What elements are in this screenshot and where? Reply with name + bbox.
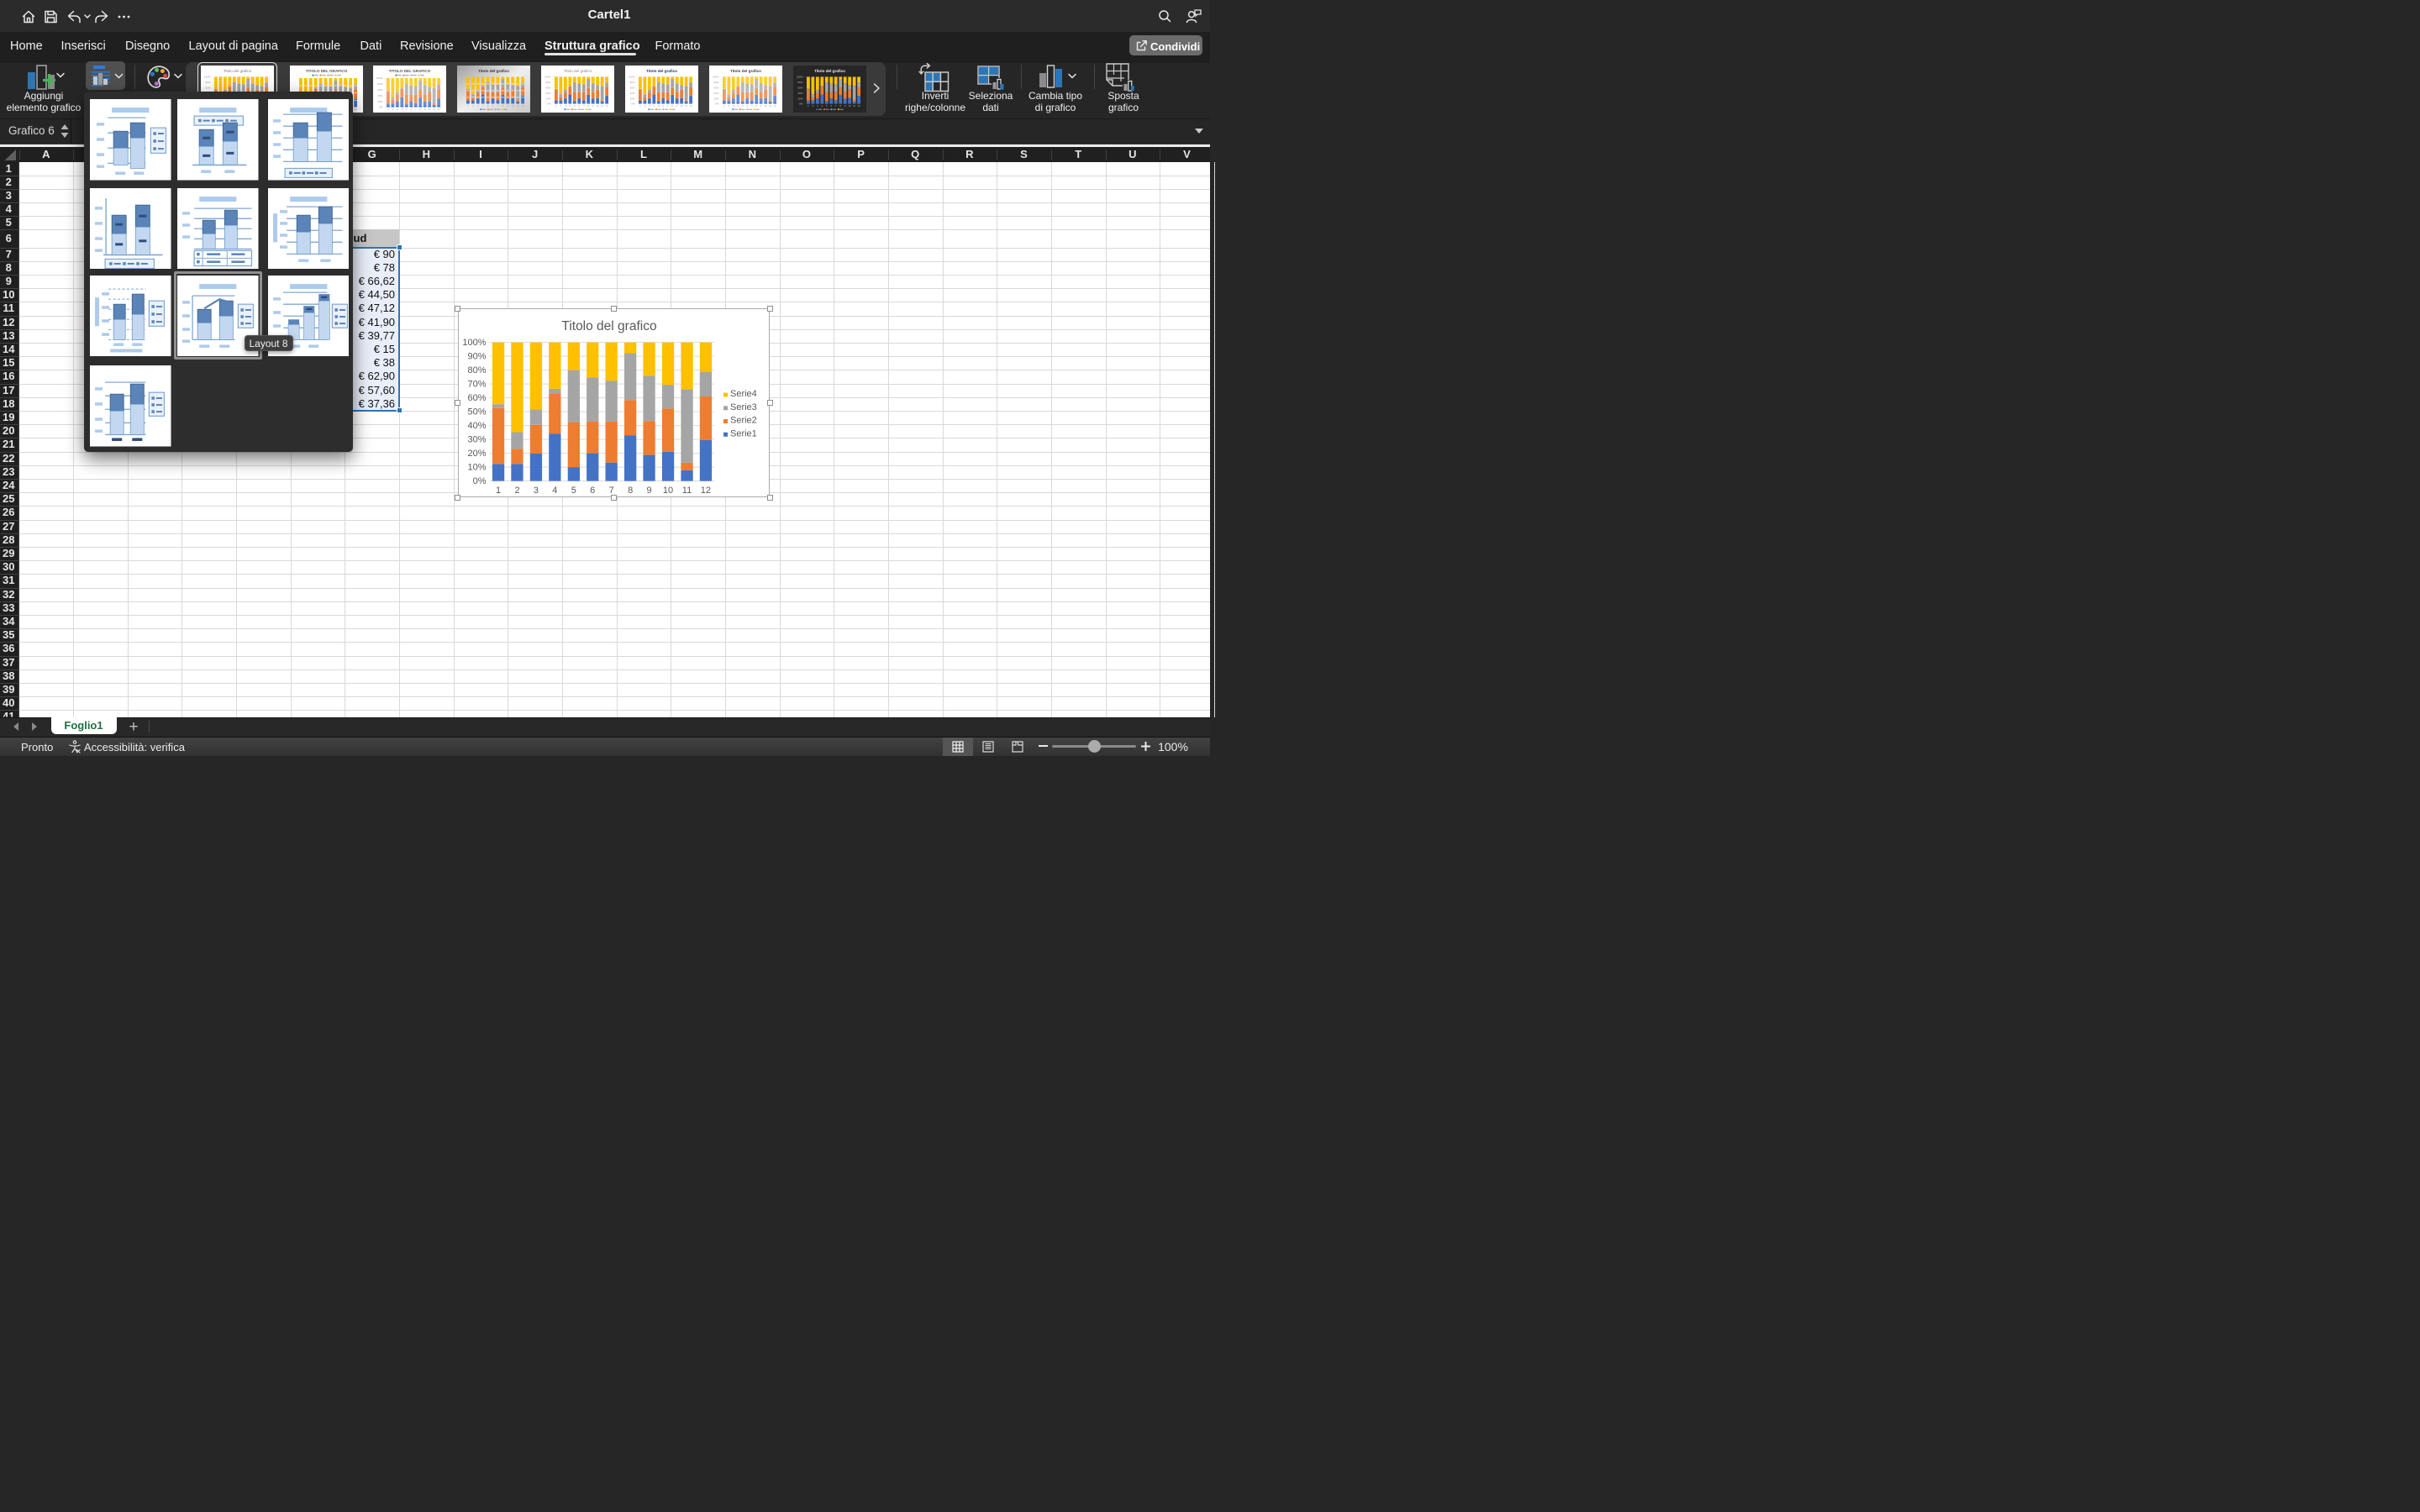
svg-text:6: 6 [590,486,595,496]
svg-text:40%: 40% [545,91,550,94]
svg-text:50%: 50% [467,407,486,417]
svg-text:3: 3 [533,486,538,496]
svg-text:80%: 80% [713,81,718,84]
svg-text:10: 10 [662,486,672,496]
svg-text:10: 10 [429,107,432,110]
svg-text:10: 10 [681,103,684,107]
svg-text:Titolo del grafico: Titolo del grafico [478,69,509,73]
svg-text:Titolo del grafico: Titolo del grafico [814,69,845,73]
svg-text:Serie4: Serie4 [730,389,757,399]
svg-text:100%: 100% [462,338,486,348]
svg-text:0%: 0% [631,102,635,105]
svg-text:5: 5 [571,486,576,496]
svg-text:11: 11 [433,107,435,110]
svg-text:20%: 20% [797,97,802,100]
svg-text:80%: 80% [467,365,486,375]
svg-text:40%: 40% [377,93,382,97]
svg-text:10: 10 [848,103,851,107]
svg-text:2: 2 [514,486,519,496]
svg-text:20%: 20% [629,97,634,100]
svg-text:11: 11 [517,103,519,107]
svg-text:11: 11 [681,486,691,496]
svg-text:Titolo del grafico: Titolo del grafico [563,69,592,73]
svg-text:8: 8 [628,486,633,496]
svg-text:100%: 100% [796,75,802,78]
svg-text:80%: 80% [629,81,634,84]
svg-text:Serie3: Serie3 [730,402,757,412]
svg-text:30%: 30% [467,435,486,445]
svg-text:40%: 40% [797,91,802,94]
svg-text:TITOLO DEL GRAFICO: TITOLO DEL GRAFICO [389,69,431,73]
svg-text:60%: 60% [797,86,802,89]
svg-text:11: 11 [601,103,603,107]
svg-text:60%: 60% [545,86,550,89]
svg-text:80%: 80% [797,81,802,84]
svg-text:40%: 40% [713,91,718,94]
svg-text:12: 12 [774,103,777,107]
svg-text:11: 11 [853,103,855,107]
svg-text:12: 12 [605,103,608,107]
svg-text:70%: 70% [467,380,486,390]
svg-text:1: 1 [495,486,500,496]
svg-text:40%: 40% [629,91,634,94]
svg-text:12: 12 [857,103,860,107]
svg-text:100%: 100% [376,76,383,80]
svg-text:60%: 60% [377,88,382,92]
svg-text:40%: 40% [467,421,486,431]
svg-text:11: 11 [685,103,687,107]
svg-text:12: 12 [522,103,525,107]
svg-text:Titolo del grafico: Titolo del grafico [730,69,761,73]
svg-text:Titolo del grafico: Titolo del grafico [646,69,677,73]
svg-text:10: 10 [765,103,768,107]
svg-text:60%: 60% [467,393,486,403]
svg-text:12: 12 [690,103,693,107]
svg-text:Titolo del grafico: Titolo del grafico [561,319,656,333]
svg-text:Serie1: Serie1 [730,428,757,438]
svg-text:11: 11 [769,103,771,107]
svg-text:0%: 0% [472,476,486,486]
svg-text:20%: 20% [377,99,382,102]
svg-text:20%: 20% [545,97,550,100]
svg-text:0%: 0% [547,102,551,105]
svg-text:12: 12 [438,107,441,110]
svg-text:0%: 0% [715,102,719,105]
svg-text:4: 4 [552,486,557,496]
svg-text:0%: 0% [799,102,803,105]
svg-text:60%: 60% [629,86,634,89]
svg-text:12: 12 [700,486,710,496]
svg-text:100%: 100% [629,75,635,78]
svg-text:80%: 80% [545,81,550,84]
svg-text:0%: 0% [379,105,383,108]
svg-text:TITOLO DEL GRAFICO: TITOLO DEL GRAFICO [305,69,347,73]
svg-text:9: 9 [646,486,651,496]
svg-text:10%: 10% [467,463,486,473]
svg-text:90%: 90% [467,352,486,362]
svg-text:12: 12 [354,107,357,110]
svg-text:Serie2: Serie2 [730,416,757,426]
svg-text:100%: 100% [713,75,719,78]
svg-text:100%: 100% [544,75,550,78]
svg-text:20%: 20% [467,449,486,459]
svg-text:10: 10 [512,103,515,107]
svg-text:20%: 20% [713,97,718,100]
svg-text:80%: 80% [377,82,382,86]
svg-text:10: 10 [596,103,599,107]
svg-text:60%: 60% [713,86,718,89]
